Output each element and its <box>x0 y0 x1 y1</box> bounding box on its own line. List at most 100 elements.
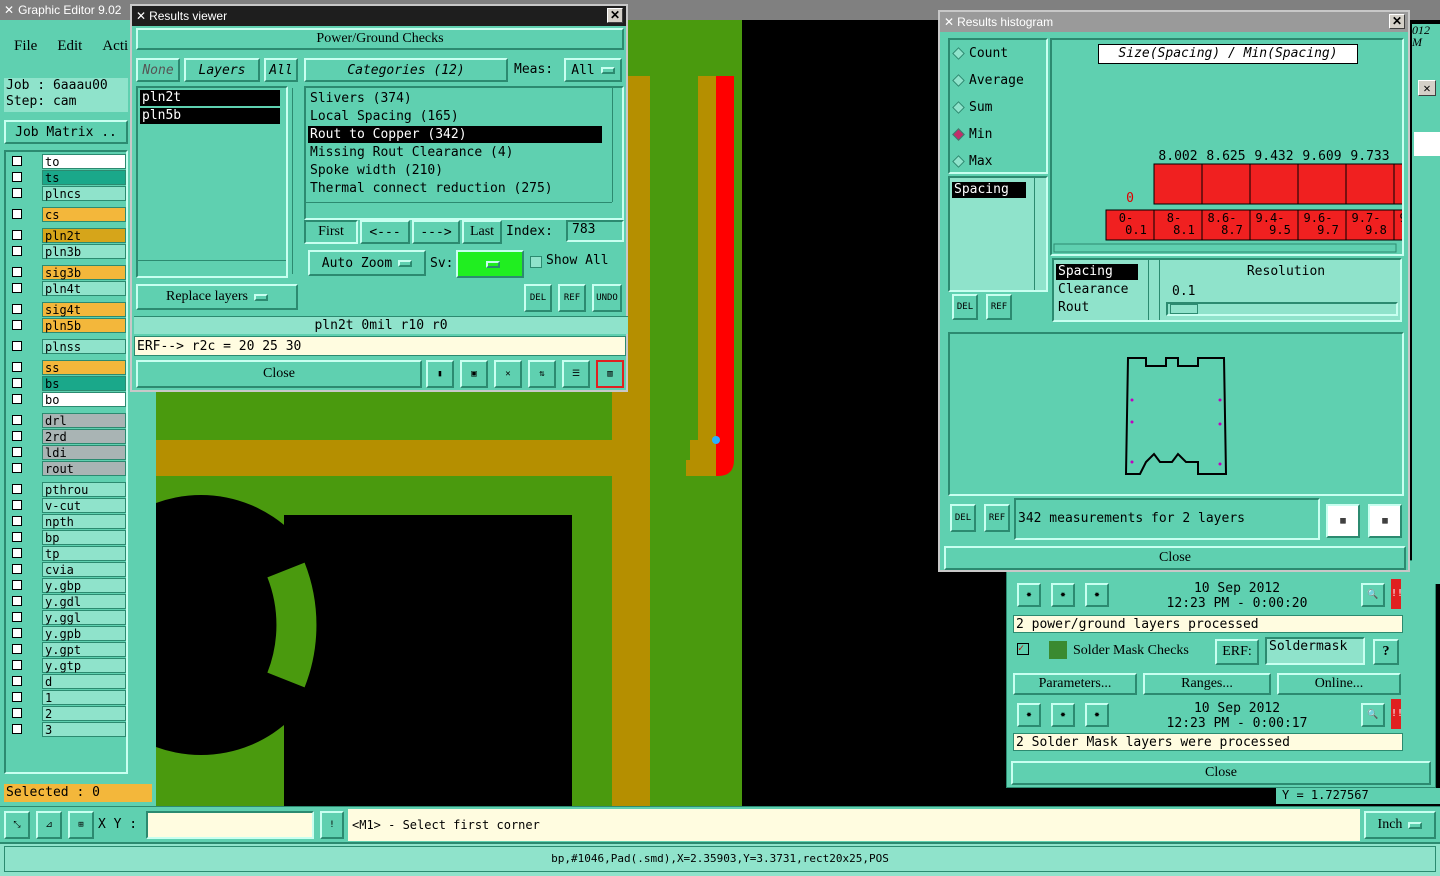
layer-checkbox[interactable] <box>12 516 22 526</box>
next-button[interactable]: ---> <box>412 220 460 244</box>
hist-ref-icon[interactable]: REF <box>986 294 1012 320</box>
layer-row-cs[interactable]: cs <box>6 207 126 223</box>
viewer-layer-pln5b[interactable]: pln5b <box>140 108 280 124</box>
hist-option-count[interactable]: Count <box>952 46 1008 61</box>
categories-button[interactable]: Categories (12) <box>304 58 508 82</box>
hist-option-max[interactable]: Max <box>952 154 992 169</box>
compare-icon[interactable]: ⇅ <box>528 360 556 388</box>
layer-row-3[interactable]: 3 <box>6 722 126 738</box>
layer-checkbox[interactable] <box>12 320 22 330</box>
highlight-icon[interactable]: ▮ <box>426 360 454 388</box>
zoom-tool-icon[interactable]: ⤡ <box>4 811 30 839</box>
preview-ref-icon[interactable]: REF <box>984 504 1010 532</box>
layer-checkbox[interactable] <box>12 724 22 734</box>
layer-checkbox[interactable] <box>12 230 22 240</box>
hist-del-icon[interactable]: DEL <box>952 294 978 320</box>
layer-row-y.gpt[interactable]: y.gpt <box>6 642 126 658</box>
sv-color-dropdown[interactable] <box>456 250 524 278</box>
layer-row-rout[interactable]: rout <box>6 461 126 477</box>
menu-edit[interactable]: Edit <box>57 38 82 55</box>
checks-close-button[interactable]: Close <box>1011 761 1431 785</box>
histogram-import-icon[interactable]: ▦ <box>1368 504 1402 538</box>
xy-input[interactable] <box>146 811 314 839</box>
run-icon[interactable]: ✸ <box>1017 583 1041 607</box>
layer-row-ldi[interactable]: ldi <box>6 445 126 461</box>
layer-checkbox[interactable] <box>12 447 22 457</box>
category-item[interactable]: Slivers (374) <box>308 90 602 107</box>
category-vscroll[interactable] <box>612 88 624 202</box>
ranges-button[interactable]: Ranges... <box>1143 673 1271 695</box>
layer-row-2[interactable]: 2 <box>6 706 126 722</box>
hist-bar[interactable] <box>1201 163 1251 205</box>
online-button[interactable]: Online... <box>1277 673 1401 695</box>
viewer-del-icon[interactable]: DEL <box>524 284 552 312</box>
sort-item-spacing[interactable]: Spacing <box>1056 264 1138 280</box>
hist-option-min[interactable]: Min <box>952 127 992 142</box>
histogram-close-x[interactable]: ✕ <box>1389 14 1405 29</box>
hist-option-average[interactable]: Average <box>952 73 1024 88</box>
layer-row-cvia[interactable]: cvia <box>6 562 126 578</box>
layer-checkbox[interactable] <box>12 532 22 542</box>
hist-bar[interactable] <box>1345 163 1395 205</box>
layer-checkbox[interactable] <box>12 246 22 256</box>
layer-row-d[interactable]: d <box>6 674 126 690</box>
layer-checkbox[interactable] <box>12 660 22 670</box>
layers-button[interactable]: Layers <box>184 58 260 82</box>
show-all-checkbox[interactable] <box>530 256 542 268</box>
layer-row-y.ggl[interactable]: y.ggl <box>6 610 126 626</box>
category-item[interactable]: Local Spacing (165) <box>308 108 602 125</box>
layer-checkbox[interactable] <box>12 415 22 425</box>
layer-checkbox[interactable] <box>12 188 22 198</box>
units-dropdown[interactable]: Inch <box>1364 811 1436 839</box>
layer-checkbox[interactable] <box>12 548 22 558</box>
layer-checkbox[interactable] <box>12 156 22 166</box>
run-icon-5[interactable]: ✸ <box>1051 703 1075 727</box>
layer-row-tp[interactable]: tp <box>6 546 126 562</box>
layer-checkbox[interactable] <box>12 596 22 606</box>
layer-row-y.gdl[interactable]: y.gdl <box>6 594 126 610</box>
save-icon[interactable]: ▣ <box>460 360 488 388</box>
layer-row-sig4t[interactable]: sig4t <box>6 302 126 318</box>
layer-row-bs[interactable]: bs <box>6 376 126 392</box>
report-icon[interactable]: ☰ <box>562 360 590 388</box>
layer-row-bp[interactable]: bp <box>6 530 126 546</box>
job-matrix-button[interactable]: Job Matrix .. <box>4 120 128 144</box>
layer-row-sig3b[interactable]: sig3b <box>6 265 126 281</box>
layer-checkbox[interactable] <box>12 612 22 622</box>
layer-checkbox[interactable] <box>12 692 22 702</box>
layer-checkbox[interactable] <box>12 463 22 473</box>
category-item[interactable]: Missing Rout Clearance (4) <box>308 144 602 161</box>
hist-bar[interactable] <box>1297 163 1347 205</box>
first-button[interactable]: First <box>304 220 358 244</box>
histogram-icon[interactable]: ▥ <box>596 360 624 388</box>
help-button[interactable]: ? <box>1373 639 1399 665</box>
viewer-close-x[interactable]: ✕ <box>607 8 623 23</box>
layer-checkbox[interactable] <box>12 283 22 293</box>
layer-checkbox[interactable] <box>12 676 22 686</box>
category-hscroll[interactable] <box>306 202 612 216</box>
layer-row-bo[interactable]: bo <box>6 392 126 408</box>
layer-row-pln5b[interactable]: pln5b <box>6 318 126 334</box>
layer-checkbox[interactable] <box>12 628 22 638</box>
all-button[interactable]: All <box>264 58 298 82</box>
none-button[interactable]: None <box>136 58 180 82</box>
layer-checkbox[interactable] <box>12 644 22 654</box>
index-field[interactable]: 783 <box>566 220 624 242</box>
layer-row-plncs[interactable]: plncs <box>6 186 126 202</box>
layer-checkbox[interactable] <box>12 362 22 372</box>
viewer-ref-icon[interactable]: REF <box>558 284 586 312</box>
hist-bar[interactable] <box>1153 163 1203 205</box>
layer-checkbox[interactable] <box>12 580 22 590</box>
layer-checkbox[interactable] <box>12 564 22 574</box>
layer-row-pthrou[interactable]: pthrou <box>6 482 126 498</box>
last-button[interactable]: Last <box>462 220 502 244</box>
layer-row-pln2t[interactable]: pln2t <box>6 228 126 244</box>
hist-option-sum[interactable]: Sum <box>952 100 992 115</box>
layer-row-ss[interactable]: ss <box>6 360 126 376</box>
measure-scrollbar[interactable] <box>1034 178 1046 290</box>
layer-row-to[interactable]: to <box>6 154 126 170</box>
replace-layers-button[interactable]: Replace layers <box>136 284 298 310</box>
layer-checkbox[interactable] <box>12 209 22 219</box>
layer-checkbox[interactable] <box>12 394 22 404</box>
run-icon-3[interactable]: ✸ <box>1085 583 1109 607</box>
